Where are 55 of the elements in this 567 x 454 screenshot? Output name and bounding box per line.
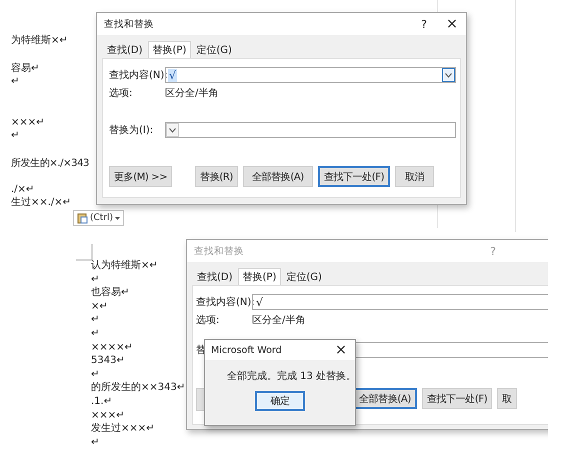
paste-options-button[interactable]: (Ctrl)	[73, 210, 124, 226]
document-line: ↵	[91, 368, 100, 382]
document-line: 的所发生的××343↵	[91, 381, 186, 395]
close-button[interactable]: ×	[438, 14, 466, 34]
dialog-button[interactable]: 取消	[395, 166, 434, 187]
dialog-button[interactable]: 查找下一处(F)	[318, 166, 390, 187]
document-line: 所发生的×./×343	[11, 156, 89, 171]
document-line: ↵	[91, 326, 100, 341]
message-text: 全部完成。完成 13 处替换。	[227, 370, 356, 382]
dialog-title: Microsoft Word	[211, 344, 282, 356]
options-value: 区分全/半角	[252, 314, 306, 327]
document-line: ×××↵	[91, 408, 125, 422]
clipboard-icon	[77, 212, 88, 224]
document-line: ↵	[11, 75, 20, 89]
document-line: .1.↵	[91, 394, 112, 409]
document-line: ↵	[91, 436, 100, 450]
document-line: 为特维斯×↵	[11, 34, 68, 48]
document-line: ./×↵	[11, 182, 34, 196]
field-label: 查找内容(N):	[196, 296, 252, 309]
dropdown-button[interactable]	[442, 68, 455, 82]
document-line: ↵	[91, 313, 100, 327]
tab[interactable]: 查找(D)	[102, 41, 148, 58]
help-button[interactable]: ?	[410, 14, 438, 34]
tab[interactable]: 定位(G)	[191, 41, 237, 58]
chevron-down-icon	[169, 128, 176, 132]
document-line: 生过××./×↵	[11, 196, 72, 210]
options-label: 选项:	[196, 314, 220, 327]
caret-icon	[115, 216, 120, 220]
document-line: 也容易↵	[91, 286, 130, 300]
dialog-title: 查找和替换	[104, 18, 154, 30]
document-line: ×××↵	[11, 116, 45, 130]
chevron-down-icon	[445, 72, 452, 78]
document-line: ××××↵	[91, 340, 133, 354]
document-line: ↵	[11, 129, 20, 143]
document-line: 容易↵	[11, 62, 40, 76]
document-line: 发生过×××↵	[91, 422, 155, 436]
tab[interactable]: 替换(P)	[148, 41, 192, 58]
replace-field[interactable]	[165, 122, 456, 138]
document-line: 5343↵	[91, 354, 125, 368]
options-label: 选项:	[109, 86, 134, 100]
document-line: 认为特维斯×↵	[91, 259, 158, 273]
dialog-button[interactable]: 全部替换(A)	[242, 166, 313, 187]
document-line: ×↵	[91, 300, 108, 314]
page-corner-mark	[76, 244, 93, 261]
field-label: 替换为(I):	[109, 124, 154, 137]
options-value: 区分全/半角	[165, 86, 218, 100]
dropdown-button[interactable]	[166, 123, 179, 137]
dialog-button[interactable]: 更多(M) >>	[109, 166, 172, 187]
document-line: ↵	[91, 272, 100, 286]
ok-button[interactable]: 确定	[255, 391, 305, 411]
field-label: 查找内容(N):	[109, 68, 165, 82]
dialog-button[interactable]: 替换(R)	[195, 166, 238, 187]
find-field[interactable]: √	[165, 67, 456, 83]
close-button[interactable]: ×	[327, 340, 355, 360]
dialog-title: 查找和替换	[194, 244, 244, 258]
